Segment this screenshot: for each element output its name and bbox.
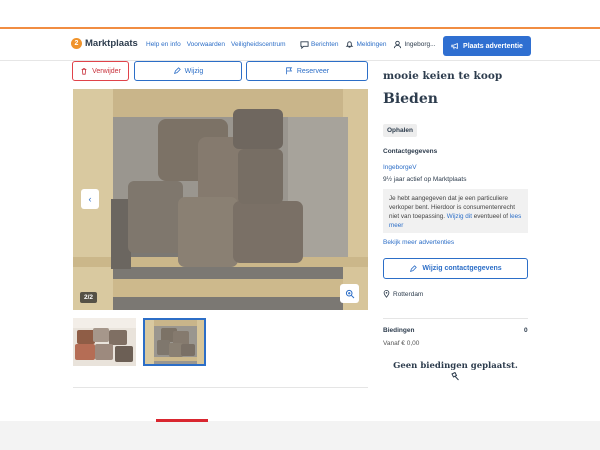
edit-contact-button[interactable]: Wijzig contactgegevens xyxy=(383,258,528,279)
logo-badge: 2 xyxy=(71,38,82,49)
bids-separator xyxy=(383,318,528,319)
seller-name-link[interactable]: IngeborgeV xyxy=(383,164,417,171)
bids-heading: Biedingen xyxy=(383,327,415,334)
nav-terms-link[interactable]: Voorwaarden xyxy=(187,41,225,48)
edit-label: Wijzig xyxy=(184,67,204,75)
zoom-button[interactable] xyxy=(340,284,359,303)
header-actions: Berichten Meldingen Ingeborg... xyxy=(300,40,449,49)
reserve-button[interactable]: Reserveer xyxy=(246,61,368,81)
notifications-link[interactable]: Meldingen xyxy=(345,40,386,49)
thumbnail-2[interactable] xyxy=(143,318,206,366)
pencil-icon xyxy=(410,264,418,272)
no-bids-message: Geen biedingen geplaatst. xyxy=(393,361,518,371)
ad-title: mooie keien te koop xyxy=(383,70,503,82)
photo-counter: 2/2 xyxy=(80,292,98,303)
logo-text: Marktplaats xyxy=(85,38,138,49)
top-nav: Help en info Voorwaarden Veiligheidscent… xyxy=(146,41,286,48)
main-photo[interactable]: ‹ 2/2 xyxy=(73,89,368,310)
bids-starting-price: Vanaf € 0,00 xyxy=(383,340,420,347)
place-ad-button[interactable]: Plaats advertentie xyxy=(443,36,531,56)
pencil-icon xyxy=(173,67,181,75)
chat-icon xyxy=(300,41,309,49)
location-pin-icon xyxy=(383,290,390,298)
nav-safety-link[interactable]: Veiligheidscentrum xyxy=(231,41,286,48)
site-header: 2 Marktplaats Help en info Voorwaarden V… xyxy=(0,29,600,61)
delete-button[interactable]: Verwijder xyxy=(72,61,129,81)
user-icon xyxy=(394,40,402,49)
private-seller-notice: Je hebt aangegeven dat je een particulie… xyxy=(383,189,528,233)
edit-contact-label: Wijzig contactgegevens xyxy=(422,265,502,272)
user-menu[interactable]: Ingeborg... xyxy=(393,40,448,49)
seller-active-text: 9½ jaar actief op Marktplaats xyxy=(383,176,467,183)
megaphone-icon xyxy=(451,43,458,50)
marktplaats-logo[interactable]: 2 Marktplaats xyxy=(71,38,138,49)
zoom-in-icon xyxy=(345,289,354,298)
notice-change-link[interactable]: Wijzig dit xyxy=(447,213,472,220)
flag-icon xyxy=(286,67,293,75)
delivery-badge: Ophalen xyxy=(383,124,418,137)
nav-help-link[interactable]: Help en info xyxy=(146,41,181,48)
ad-price: Bieden xyxy=(383,91,438,107)
footer-red-accent xyxy=(156,419,208,422)
thumbnail-2-image xyxy=(145,320,204,364)
bids-count: 0 xyxy=(524,327,528,334)
thumbnail-1-image xyxy=(73,318,136,366)
place-ad-label: Plaats advertentie xyxy=(463,42,523,50)
browser-top-band xyxy=(0,0,600,29)
messages-label: Berichten xyxy=(311,41,339,48)
notifications-label: Meldingen xyxy=(356,41,387,48)
bell-icon xyxy=(346,41,354,48)
messages-link[interactable]: Berichten xyxy=(300,40,338,49)
gavel-icon xyxy=(451,372,459,381)
stones-photo-image xyxy=(73,89,368,310)
notice-after-text: eventueel of xyxy=(473,213,509,220)
contact-heading: Contactgegevens xyxy=(383,148,438,155)
thumbnail-1[interactable] xyxy=(73,318,136,366)
trash-icon xyxy=(81,68,87,75)
reserve-label: Reserveer xyxy=(296,67,330,75)
content-divider xyxy=(73,387,368,388)
user-name: Ingeborg... xyxy=(404,41,436,48)
chevron-left-icon: ‹ xyxy=(88,194,92,204)
page-footer-area xyxy=(0,421,600,450)
delete-label: Verwijder xyxy=(92,67,121,75)
more-ads-link[interactable]: Bekijk meer advertenties xyxy=(383,239,454,246)
edit-button[interactable]: Wijzig xyxy=(134,61,242,81)
location: Rotterdam xyxy=(383,290,423,298)
previous-photo-button[interactable]: ‹ xyxy=(81,189,99,209)
location-label: Rotterdam xyxy=(393,290,424,298)
